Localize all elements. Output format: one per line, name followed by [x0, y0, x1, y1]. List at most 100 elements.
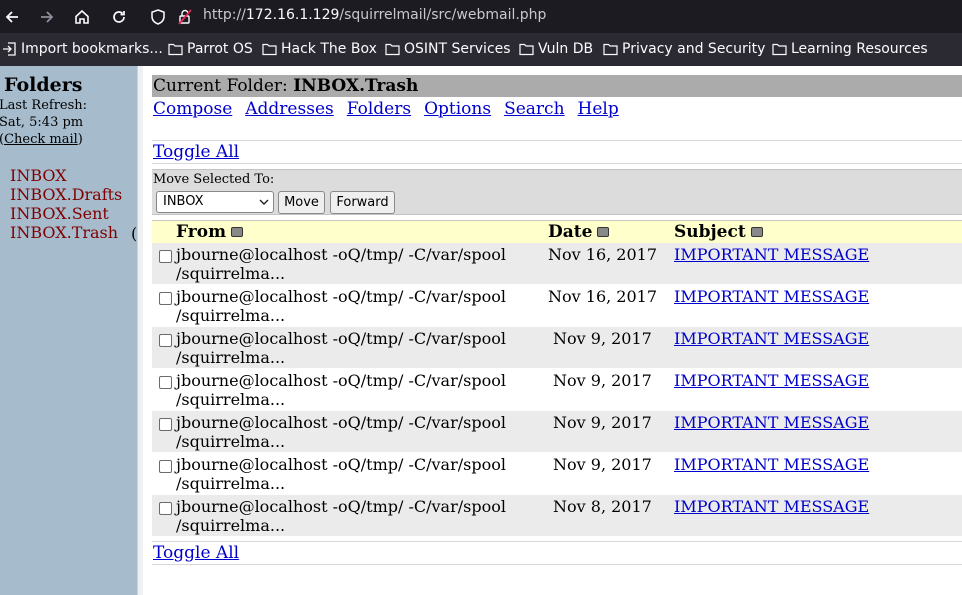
divider — [152, 163, 962, 164]
table-row: jbourne@localhost -oQ/tmp/ -C/var/spool /… — [152, 495, 962, 537]
folder-sent[interactable]: INBOX.Sent — [10, 204, 122, 223]
message-from: jbourne@localhost -oQ/tmp/ -C/var/spool /… — [176, 413, 536, 451]
message-subject-link[interactable]: IMPORTANT MESSAGE — [674, 329, 869, 348]
paren-close: ) — [77, 132, 83, 147]
folder-inbox[interactable]: INBOX — [10, 166, 122, 185]
menu-addresses[interactable]: Addresses — [245, 99, 333, 119]
bookmark-folder-privacy[interactable]: Privacy and Security — [603, 41, 765, 57]
table-header: From Date Subject — [152, 220, 962, 243]
column-subject-label: Subject — [674, 222, 746, 242]
folder-list: INBOX INBOX.Drafts INBOX.Sent INBOX.Tras… — [10, 166, 122, 242]
message-checkbox[interactable] — [159, 418, 172, 431]
menu-options[interactable]: Options — [424, 99, 491, 119]
message-checkbox[interactable] — [159, 250, 172, 263]
message-from: jbourne@localhost -oQ/tmp/ -C/var/spool /… — [176, 371, 536, 409]
message-subject-link[interactable]: IMPORTANT MESSAGE — [674, 497, 869, 516]
reload-button[interactable] — [107, 5, 131, 29]
bookmark-folder-osint[interactable]: OSINT Services — [385, 41, 511, 57]
from-line: jbourne@localhost -oQ/tmp/ -C/var/spool — [176, 287, 506, 306]
sort-icon[interactable] — [597, 227, 610, 237]
move-button[interactable]: Move — [278, 191, 325, 214]
bookmark-folder-parrot-os[interactable]: Parrot OS — [168, 41, 253, 57]
menu-compose[interactable]: Compose — [153, 99, 232, 119]
folder-icon — [603, 43, 618, 56]
browser-toolbar: http://172.16.1.129/squirrelmail/src/web… — [0, 0, 962, 33]
menu-help[interactable]: Help — [578, 99, 619, 119]
sort-icon[interactable] — [231, 227, 244, 237]
message-subject-link[interactable]: IMPORTANT MESSAGE — [674, 371, 869, 390]
message-checkbox[interactable] — [159, 334, 172, 347]
table-row: jbourne@localhost -oQ/tmp/ -C/var/spool /… — [152, 369, 962, 411]
message-subject-link[interactable]: IMPORTANT MESSAGE — [674, 245, 869, 264]
move-selected-panel: Move Selected To: INBOX Move Forward — [152, 169, 962, 215]
column-subject[interactable]: Subject — [674, 222, 763, 242]
bookmark-folder-learning[interactable]: Learning Resources — [772, 41, 928, 57]
back-arrow-icon — [5, 11, 18, 23]
message-subject-link[interactable]: IMPORTANT MESSAGE — [674, 287, 869, 306]
forward-nav-button[interactable] — [35, 5, 59, 29]
webmail-page: Folders Last Refresh: Sat, 5:43 pm (Chec… — [0, 66, 962, 595]
divider — [152, 140, 962, 141]
toggle-all-top[interactable]: Toggle All — [153, 142, 239, 162]
url-path: /squirrelmail/src/webmail.php — [339, 7, 547, 23]
from-line: /squirrelma... — [176, 306, 286, 325]
menu-search[interactable]: Search — [504, 99, 564, 119]
current-folder-bar: Current Folder: INBOX.Trash — [152, 75, 962, 97]
chevron-down-icon — [259, 199, 269, 205]
message-subject-link[interactable]: IMPORTANT MESSAGE — [674, 413, 869, 432]
sort-icon[interactable] — [750, 227, 763, 237]
move-selected-label: Move Selected To: — [153, 172, 275, 187]
folder-icon — [262, 43, 277, 56]
address-bar[interactable]: http://172.16.1.129/squirrelmail/src/web… — [203, 7, 546, 23]
bookmark-label: Learning Resources — [791, 41, 928, 57]
bookmark-import[interactable]: Import bookmarks... — [2, 41, 163, 57]
home-icon — [75, 9, 89, 24]
table-row: jbourne@localhost -oQ/tmp/ -C/var/spool /… — [152, 411, 962, 453]
menu-folders[interactable]: Folders — [347, 99, 411, 119]
from-line: jbourne@localhost -oQ/tmp/ -C/var/spool — [176, 329, 506, 348]
move-target-value: INBOX — [163, 194, 204, 209]
bookmark-label: Vuln DB — [538, 41, 594, 57]
main-menu: Compose Addresses Folders Options Search Help — [153, 99, 632, 119]
from-line: jbourne@localhost -oQ/tmp/ -C/var/spool — [176, 413, 506, 432]
from-line: /squirrelma... — [176, 348, 286, 367]
current-folder-name: INBOX.Trash — [293, 76, 419, 96]
divider — [152, 564, 962, 565]
message-from: jbourne@localhost -oQ/tmp/ -C/var/spool /… — [176, 329, 536, 367]
bookmark-folder-vuln-db[interactable]: Vuln DB — [519, 41, 593, 57]
folder-pane: Folders Last Refresh: Sat, 5:43 pm (Chec… — [0, 66, 137, 595]
divider — [152, 541, 962, 542]
folder-trash[interactable]: INBOX.Trash — [10, 223, 122, 242]
folder-icon — [168, 43, 183, 56]
site-security-button[interactable] — [173, 5, 197, 29]
folder-drafts[interactable]: INBOX.Drafts — [10, 185, 122, 204]
bookmark-label: Import bookmarks... — [21, 41, 163, 57]
move-target-select[interactable]: INBOX — [156, 191, 274, 213]
from-line: /squirrelma... — [176, 390, 286, 409]
last-refresh-time: Sat, 5:43 pm — [0, 115, 84, 130]
check-mail: (Check mail) — [0, 131, 87, 148]
forward-button[interactable]: Forward — [330, 191, 395, 214]
last-refresh: Last Refresh: Sat, 5:43 pm (Check mail) — [0, 97, 87, 148]
check-mail-link[interactable]: Check mail — [4, 132, 78, 147]
home-button[interactable] — [70, 5, 94, 29]
bookmark-folder-hack-the-box[interactable]: Hack The Box — [262, 41, 377, 57]
message-checkbox[interactable] — [159, 460, 172, 473]
message-subject-link[interactable]: IMPORTANT MESSAGE — [674, 455, 869, 474]
message-date: Nov 9, 2017 — [553, 455, 652, 474]
column-from[interactable]: From — [176, 222, 244, 242]
from-line: jbourne@localhost -oQ/tmp/ -C/var/spool — [176, 497, 506, 516]
message-date: Nov 9, 2017 — [553, 371, 652, 390]
message-checkbox[interactable] — [159, 376, 172, 389]
message-from: jbourne@localhost -oQ/tmp/ -C/var/spool /… — [176, 287, 536, 325]
message-checkbox[interactable] — [159, 292, 172, 305]
tracking-protection-button[interactable] — [146, 5, 170, 29]
from-line: /squirrelma... — [176, 516, 286, 535]
toggle-all-bottom[interactable]: Toggle All — [153, 543, 239, 563]
table-row: jbourne@localhost -oQ/tmp/ -C/var/spool /… — [152, 327, 962, 369]
message-checkbox[interactable] — [159, 502, 172, 515]
back-button[interactable] — [0, 5, 24, 29]
message-from: jbourne@localhost -oQ/tmp/ -C/var/spool /… — [176, 455, 536, 493]
message-from: jbourne@localhost -oQ/tmp/ -C/var/spool /… — [176, 497, 536, 535]
column-date[interactable]: Date — [548, 222, 610, 242]
